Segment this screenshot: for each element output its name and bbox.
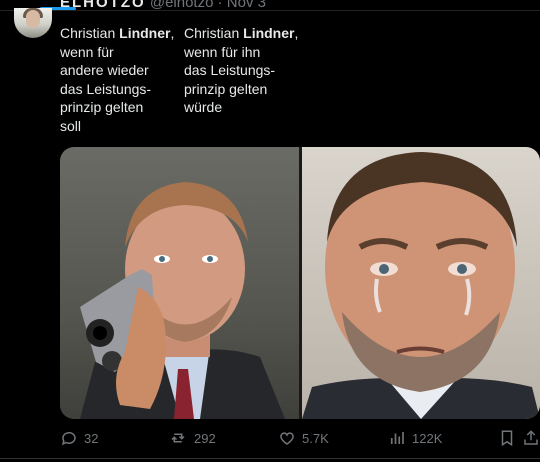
tweet-text-right: Christian Lindner, wenn für ihn das Leis… xyxy=(184,24,298,117)
caption-prefix: Christian xyxy=(184,25,244,41)
caption-prefix: Christian xyxy=(60,25,120,41)
views-button[interactable]: 122K xyxy=(388,429,442,447)
divider xyxy=(0,458,540,459)
caption-bold-name: Lindner xyxy=(119,25,171,41)
tweet-actions: 32 292 5.7K 122K xyxy=(60,429,538,451)
like-icon xyxy=(278,429,296,447)
repost-icon xyxy=(168,429,188,447)
reply-icon xyxy=(60,429,78,447)
views-count: 122K xyxy=(412,430,443,446)
share-icon xyxy=(522,429,540,447)
tweet-header: ELHOTZO @elhotzo · Nov 3 xyxy=(60,0,266,13)
repost-count: 292 xyxy=(194,430,216,446)
caption-bold-name: Lindner xyxy=(243,25,295,41)
tweet-date[interactable]: Nov 3 xyxy=(227,0,266,11)
share-button[interactable] xyxy=(522,429,540,447)
reply-button[interactable]: 32 xyxy=(60,429,98,447)
author-name[interactable]: ELHOTZO xyxy=(60,0,146,11)
bookmark-button[interactable] xyxy=(498,429,516,447)
avatar[interactable] xyxy=(14,8,52,38)
photo-left[interactable] xyxy=(60,147,299,419)
photo-right[interactable] xyxy=(302,147,540,419)
repost-button[interactable]: 292 xyxy=(168,429,216,447)
crying-man-image xyxy=(302,152,540,419)
author-handle[interactable]: @elhotzo xyxy=(150,0,214,11)
like-button[interactable]: 5.7K xyxy=(278,429,329,447)
like-count: 5.7K xyxy=(302,430,329,446)
caption-body: wenn für ihn das Leistungs- prinzip gelt… xyxy=(184,43,276,116)
caption-comma: , xyxy=(294,25,299,41)
views-icon xyxy=(388,429,406,447)
caption-comma: , xyxy=(170,25,175,41)
tweet-text-left: Christian Lindner, wenn für andere wiede… xyxy=(60,24,174,135)
bookmark-icon xyxy=(498,429,516,447)
caption-body: wenn für andere wieder das Leistungs- pr… xyxy=(60,43,152,134)
tweet-media[interactable] xyxy=(60,147,540,419)
reply-count: 32 xyxy=(84,430,99,446)
man-with-gun-image xyxy=(80,182,285,419)
separator: · xyxy=(217,0,223,11)
